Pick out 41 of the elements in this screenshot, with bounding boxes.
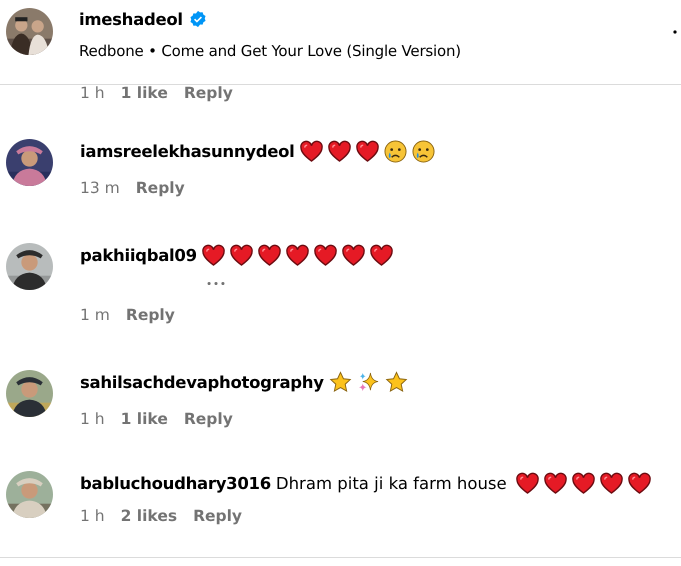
heart-icon (230, 244, 253, 266)
comment-time: 1 m (80, 306, 110, 324)
crying-face-icon (384, 140, 407, 162)
comment-time: 1 h (80, 507, 105, 525)
like-count[interactable]: 2 likes (120, 507, 178, 525)
username[interactable]: sahilsachdevaphotography (80, 372, 324, 392)
reply-link[interactable]: Reply (184, 84, 233, 102)
reply-link[interactable]: Reply (184, 410, 233, 428)
heart-icon (300, 140, 323, 162)
heart-icon (356, 140, 379, 162)
heart-icon (516, 472, 539, 494)
comment-text: Dhram pita ji ka farm house (276, 474, 507, 492)
like-count[interactable]: 1 like (120, 84, 168, 102)
heart-icon (370, 244, 393, 266)
heart-icon (258, 244, 281, 266)
heart-icon (600, 472, 623, 494)
heart-icon (202, 244, 225, 266)
star-icon (328, 370, 352, 394)
like-count[interactable]: 1 like (120, 410, 168, 428)
comment-time: 1 h (80, 84, 105, 102)
sparkles-icon (356, 370, 380, 394)
heart-icon (314, 244, 337, 266)
username[interactable]: pakhiiqbal09 (80, 246, 197, 264)
username[interactable]: imeshadeol (79, 10, 183, 28)
heart-icon (328, 140, 351, 162)
reply-link[interactable]: Reply (136, 179, 185, 197)
comment-time: 13 m (80, 179, 120, 197)
comment-time: 1 h (80, 410, 105, 428)
more-icon[interactable] (673, 30, 677, 34)
heart-icon (342, 244, 365, 266)
heart-icon (286, 244, 309, 266)
username[interactable]: iamsreelekhasunnydeol (80, 142, 295, 160)
song-title[interactable]: Redbone • Come and Get Your Love (Single Version) (79, 42, 673, 60)
reply-link[interactable]: Reply (126, 306, 175, 324)
heart-icon (572, 472, 595, 494)
heart-icon (544, 472, 567, 494)
username[interactable]: babluchoudhary3016 (80, 474, 271, 492)
heart-icon (628, 472, 651, 494)
star-icon (384, 370, 408, 394)
crying-face-icon (412, 140, 435, 162)
reply-link[interactable]: Reply (193, 507, 242, 525)
